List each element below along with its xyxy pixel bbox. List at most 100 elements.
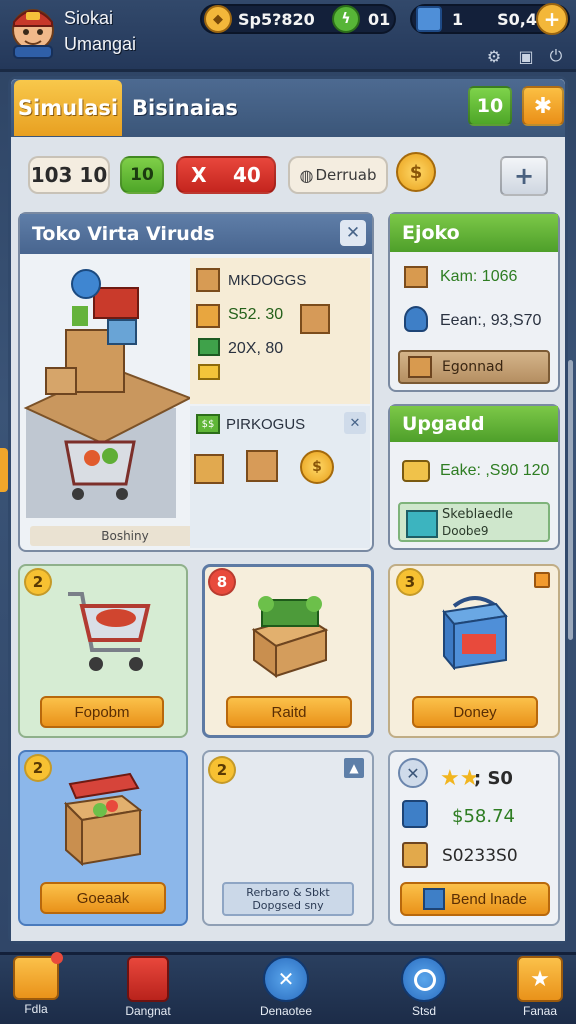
envelope-icon bbox=[13, 952, 63, 1000]
add-gems-button[interactable]: + bbox=[536, 3, 568, 35]
money-value: $58.74 bbox=[452, 806, 515, 827]
tab-bisinaias[interactable]: Bisinaias bbox=[132, 88, 238, 128]
potion-icon bbox=[404, 306, 428, 332]
register-icon bbox=[402, 842, 428, 868]
card-badge: 2 bbox=[208, 756, 236, 784]
nav-stats-label: Stsd bbox=[411, 1004, 436, 1018]
ticket-small-icon bbox=[402, 460, 430, 482]
store-item-3: 20X, 80 bbox=[228, 340, 284, 357]
upgrade-item-line1: Skeblaedle bbox=[442, 507, 514, 522]
close-icon[interactable]: ✕ bbox=[340, 220, 366, 246]
info-panel-header: Ejoko bbox=[390, 214, 558, 252]
upgrade-item-box[interactable]: Skeblaedle Doobe9 bbox=[398, 502, 550, 542]
tools-button[interactable]: ✱ bbox=[522, 86, 564, 126]
card-button-4[interactable]: Goeaak bbox=[40, 882, 166, 914]
nav-home-label: Fdla bbox=[24, 1002, 48, 1016]
upgrade-row: Eake: ,S90 120 bbox=[440, 462, 550, 479]
info-action-label: Egonnad bbox=[442, 359, 504, 375]
lightning-icon: ϟ bbox=[332, 5, 360, 33]
cash-icon bbox=[198, 338, 220, 356]
magnifier-icon: ◍ bbox=[299, 165, 314, 185]
info-action-button[interactable]: Egonnad bbox=[398, 350, 550, 384]
stat-count-b: 10 bbox=[120, 156, 164, 194]
coin-icon[interactable]: $ bbox=[300, 450, 334, 484]
settings-icon[interactable]: ⚙ bbox=[484, 46, 504, 66]
nav-profile-label: Fanaa bbox=[522, 1004, 558, 1018]
card-button-3[interactable]: Doney bbox=[412, 696, 538, 728]
store-panel-title: Toko Virta Viruds bbox=[32, 223, 215, 245]
globe-icon bbox=[401, 956, 447, 1002]
card-button-1[interactable]: Fopobm bbox=[40, 696, 164, 728]
jar-icon bbox=[402, 800, 428, 828]
store-panel-header: Toko Virta Viruds bbox=[20, 214, 372, 254]
open-box-icon bbox=[60, 770, 146, 867]
gem-icon bbox=[416, 6, 442, 32]
cooler-box-icon bbox=[440, 590, 510, 671]
card-badge: 2 bbox=[24, 568, 52, 596]
info-row-2: Eean:, 93,S70 bbox=[440, 312, 542, 329]
tab-simulasi[interactable]: Simulasi bbox=[14, 80, 122, 136]
nav-build[interactable]: ✕ Denaotee bbox=[236, 956, 336, 1022]
coins-energy-pill: ◆ Sp5?820 ϟ 01 bbox=[200, 4, 396, 34]
send-button-label: Bend lnade bbox=[451, 890, 527, 908]
penalty-value: 40 bbox=[232, 163, 261, 187]
supplies-label: PIRKOGUS bbox=[226, 416, 306, 433]
upgrade-item-line2: Doobe9 bbox=[442, 524, 489, 538]
warehouse-icon bbox=[404, 266, 428, 288]
cardboard-box-icon[interactable] bbox=[246, 450, 278, 482]
nav-shop[interactable]: Dangnat bbox=[98, 956, 198, 1022]
nav-stats[interactable]: Stsd bbox=[374, 956, 474, 1022]
card-button-2[interactable]: Raitd bbox=[226, 696, 352, 728]
box-icon bbox=[196, 268, 220, 292]
stars-value: ; S0 bbox=[474, 768, 513, 789]
gems-prefix: 1 bbox=[452, 9, 464, 29]
upgrade-panel-header: Upgadd bbox=[390, 406, 558, 442]
cash-value: S0233S0 bbox=[442, 846, 518, 866]
close-circle-icon[interactable]: ✕ bbox=[398, 758, 428, 788]
gold-bar-icon bbox=[198, 364, 220, 380]
nav-build-label: Denaotee bbox=[259, 1004, 313, 1018]
store-item-1: MKDOGGS bbox=[228, 272, 307, 289]
crate-teal-icon bbox=[406, 510, 438, 538]
coin-stack-icon: $ bbox=[396, 152, 436, 192]
energy-value: 01 bbox=[368, 9, 391, 29]
gold-coin-icon: ◆ bbox=[204, 5, 232, 33]
close-small-icon[interactable]: ✕ bbox=[344, 412, 366, 434]
corner-marker-icon bbox=[534, 572, 550, 588]
store-illustration bbox=[22, 258, 193, 518]
penalty-chip[interactable]: X 40 bbox=[176, 156, 276, 194]
image-icon: ▲ bbox=[344, 758, 364, 778]
add-button[interactable]: + bbox=[500, 156, 548, 196]
side-drawer-handle[interactable] bbox=[0, 448, 8, 492]
package-icon bbox=[300, 304, 330, 334]
ticket-icon: $$ bbox=[196, 414, 220, 434]
nav-profile[interactable]: ★ Fanaa bbox=[490, 956, 576, 1022]
level-button[interactable]: 10 bbox=[468, 86, 512, 126]
slot-info-line2: Dopgsed sny bbox=[252, 899, 324, 912]
star-badge-icon: ★ bbox=[517, 956, 563, 1002]
slot-info-line1: Rerbaro & Sbkt bbox=[246, 886, 330, 899]
scrollbar[interactable] bbox=[568, 360, 573, 640]
upgrade-panel-title: Upgadd bbox=[402, 413, 485, 435]
power-icon[interactable]: ⏻ bbox=[546, 46, 566, 66]
nav-home[interactable]: Fdla bbox=[0, 952, 86, 1022]
nav-shop-label: Dangnat bbox=[125, 1004, 171, 1018]
gallery-icon[interactable]: ▣ bbox=[516, 46, 536, 66]
wrench-icon: ✱ bbox=[533, 93, 553, 119]
food-crate-icon[interactable] bbox=[194, 454, 224, 484]
penalty-symbol: X bbox=[191, 163, 207, 187]
produce-crate-icon bbox=[244, 590, 334, 680]
shopping-cart-icon bbox=[64, 584, 154, 684]
coins-value: Sp5?820 bbox=[238, 9, 315, 29]
player-avatar[interactable] bbox=[8, 4, 58, 60]
search-label: Derruab bbox=[315, 166, 377, 184]
store-item-2: S52. 30 bbox=[228, 306, 284, 323]
send-button[interactable]: Bend lnade bbox=[400, 882, 550, 916]
gems-pill: 1 S0,45 + bbox=[410, 3, 570, 35]
send-icon bbox=[423, 888, 446, 910]
search-chip[interactable]: ◍ Derruab bbox=[288, 156, 388, 194]
box-small-icon bbox=[408, 356, 432, 378]
stat-count-a: 103 10 bbox=[28, 156, 110, 194]
crate-icon bbox=[196, 304, 220, 328]
card-badge: 2 bbox=[24, 754, 52, 782]
